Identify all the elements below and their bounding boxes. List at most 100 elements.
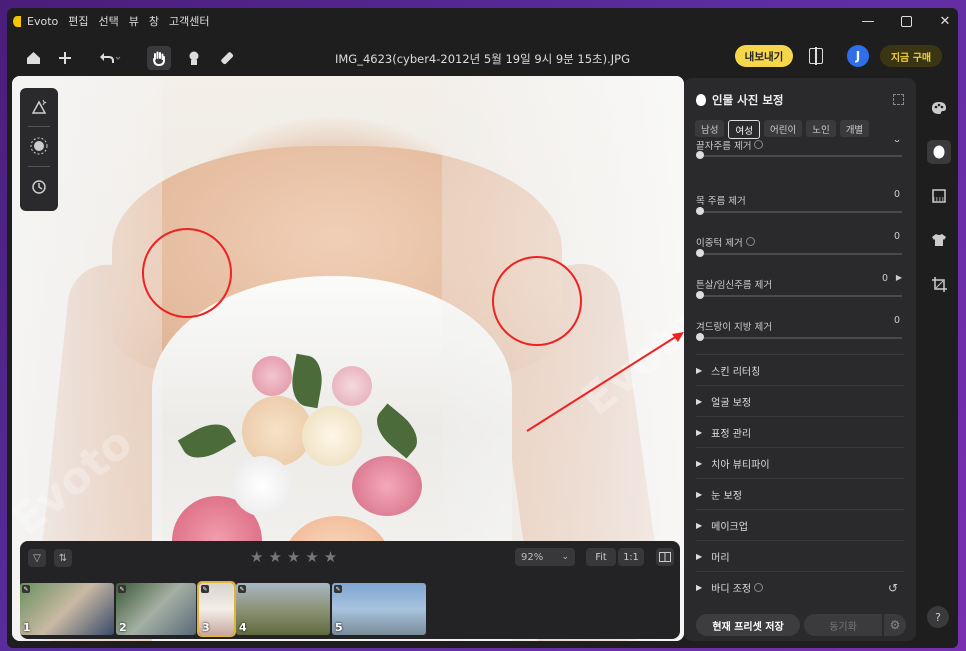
tab-individual[interactable]: 개별 [839, 120, 870, 137]
undo-icon[interactable] [95, 46, 125, 70]
menu-view[interactable]: 뷰 [129, 13, 139, 29]
split-view-icon[interactable] [656, 548, 674, 566]
slider-track[interactable] [696, 155, 902, 157]
caret-right-icon: ▶ [696, 552, 703, 561]
info-icon[interactable] [745, 237, 755, 246]
reset-icon[interactable]: ↺ [888, 581, 898, 595]
thumbnail[interactable]: ✎ 2 [116, 583, 196, 635]
section-makeup[interactable]: ▶ 메이크업 [696, 509, 904, 541]
history-icon[interactable] [29, 177, 49, 197]
slider-handle[interactable] [696, 151, 704, 159]
slider-handle[interactable] [696, 249, 704, 257]
caret-right-icon: ▶ [696, 397, 703, 406]
tab-male[interactable]: 남성 [695, 120, 725, 137]
menu-window[interactable]: 창 [149, 13, 159, 29]
slider-track[interactable] [696, 337, 902, 339]
toolbar: IMG_4623(cyber4-2012년 5월 19일 9시 9분 15초).… [7, 42, 958, 74]
slider-handle[interactable] [696, 291, 704, 299]
thumbnail[interactable]: ✎ 5 [332, 583, 426, 635]
section-face[interactable]: ▶ 얼굴 보정 [696, 385, 904, 417]
slider-value: 0 [893, 231, 900, 242]
slider-handle[interactable] [696, 207, 704, 215]
hand-icon[interactable] [147, 46, 171, 70]
close-button[interactable]: ✕ [938, 14, 952, 29]
section-label: 머리 [711, 553, 730, 564]
thumbnail-number: 3 [202, 621, 210, 634]
menu-support[interactable]: 고객센터 [169, 13, 209, 29]
slider-handle[interactable] [696, 333, 704, 341]
info-icon[interactable] [754, 140, 764, 149]
slider-row: 목 주름 제거 0 [696, 189, 904, 219]
edited-icon: ✎ [334, 585, 342, 593]
section-eyes[interactable]: ▶ 눈 보정 [696, 478, 904, 510]
portrait-icon[interactable] [927, 140, 951, 164]
tab-female[interactable]: 여성 [728, 120, 760, 139]
section-label: 바디 조정 [711, 584, 752, 595]
section-label: 메이크업 [711, 522, 748, 533]
thumbnail[interactable]: ✎ 1 [20, 583, 114, 635]
palette-icon[interactable] [927, 96, 951, 120]
section-skin-retouch[interactable]: ▶ 스킨 리터칭 [696, 354, 904, 386]
fit-button[interactable]: Fit [586, 548, 616, 566]
gender-tabs: 남성 여성 어린이 노인 개별 [695, 120, 870, 139]
rating-stars[interactable]: ★★★★★ [250, 548, 342, 566]
slider-value: 0 [893, 315, 900, 326]
sync-button[interactable]: 동기화 [804, 614, 882, 636]
edited-icon: ✎ [22, 585, 30, 593]
section-teeth[interactable]: ▶ 치아 뷰티파이 [696, 447, 904, 479]
section-hair[interactable]: ▶ 머리 [696, 540, 904, 572]
thumbnail-number: 2 [119, 621, 127, 634]
minimize-button[interactable]: — [861, 14, 875, 29]
export-button[interactable]: 내보내기 [735, 45, 793, 67]
tab-senior[interactable]: 노인 [806, 120, 836, 137]
buy-now-button[interactable]: 지금 구매 [880, 45, 942, 67]
person-mask-icon[interactable] [182, 46, 206, 70]
slider-track[interactable] [696, 211, 902, 213]
avatar[interactable]: J [847, 45, 869, 67]
eraser-icon[interactable] [215, 46, 239, 70]
maximize-button[interactable] [901, 15, 912, 27]
thumbnail[interactable]: ✎ 4 [236, 583, 330, 635]
edited-icon: ✎ [118, 585, 126, 593]
caret-right-icon[interactable]: ▶ [896, 273, 902, 282]
one-to-one-button[interactable]: 1:1 [618, 548, 644, 566]
slider-value: 0 [881, 273, 888, 284]
thumbnail-number: 1 [23, 621, 31, 634]
tab-child[interactable]: 어린이 [763, 120, 803, 137]
filmstrip: ▽ ⇅ ★★★★★ 92% ⌄ Fit 1:1 ✎ 1 ✎ 2 ✎ 3 ✎ 4 … [20, 541, 680, 639]
compare-icon[interactable] [809, 47, 823, 65]
sort-icon[interactable]: ⇅ [54, 549, 72, 567]
help-button[interactable]: ? [927, 606, 949, 628]
save-preset-button[interactable]: 현재 프리셋 저장 [696, 614, 800, 636]
section-expression[interactable]: ▶ 표정 관리 [696, 416, 904, 448]
crop-icon[interactable] [927, 272, 951, 296]
radial-brightness-icon[interactable] [29, 136, 49, 156]
menu-bar: Evoto 편집 선택 뷰 창 고객센터 — ✕ [7, 8, 958, 34]
home-icon[interactable] [21, 46, 45, 70]
section-body[interactable]: ▶ 바디 조정 ↺ [696, 571, 904, 603]
menu-edit[interactable]: 편집 [68, 13, 88, 29]
clothing-icon[interactable] [927, 228, 951, 252]
expand-icon[interactable] [893, 94, 904, 105]
panel-title-text: 인물 사진 보정 [712, 93, 784, 107]
slider-row: 튼살/임신주름 제거 0 ▶ [696, 273, 904, 303]
info-icon[interactable] [754, 583, 764, 592]
slider-track[interactable] [696, 253, 902, 255]
portrait-retouch-panel: 인물 사진 보정 남성 여성 어린이 노인 개별 끝자주름 제거 0 목 주름 … [684, 78, 916, 641]
slider-track[interactable] [696, 295, 902, 297]
slider-row-underarm-fat: 겨드랑이 지방 제거 0 [696, 315, 904, 345]
menu-select[interactable]: 선택 [98, 13, 118, 29]
slider-row: 이중턱 제거 0 [696, 231, 904, 261]
filter-icon[interactable]: ▽ [28, 549, 46, 567]
background-icon[interactable] [927, 184, 951, 208]
sync-settings-icon[interactable]: ⚙ [884, 614, 906, 636]
zoom-select[interactable]: 92% ⌄ [515, 548, 575, 566]
zoom-value: 92% [521, 551, 544, 563]
section-label: 얼굴 보정 [711, 398, 752, 409]
plus-icon[interactable] [53, 46, 77, 70]
thumbnail-selected[interactable]: ✎ 3 [197, 581, 236, 637]
magic-triangle-icon[interactable] [29, 97, 49, 117]
caret-right-icon: ▶ [696, 428, 703, 437]
thumbnail-number: 5 [335, 621, 343, 634]
caret-right-icon: ▶ [696, 583, 703, 592]
